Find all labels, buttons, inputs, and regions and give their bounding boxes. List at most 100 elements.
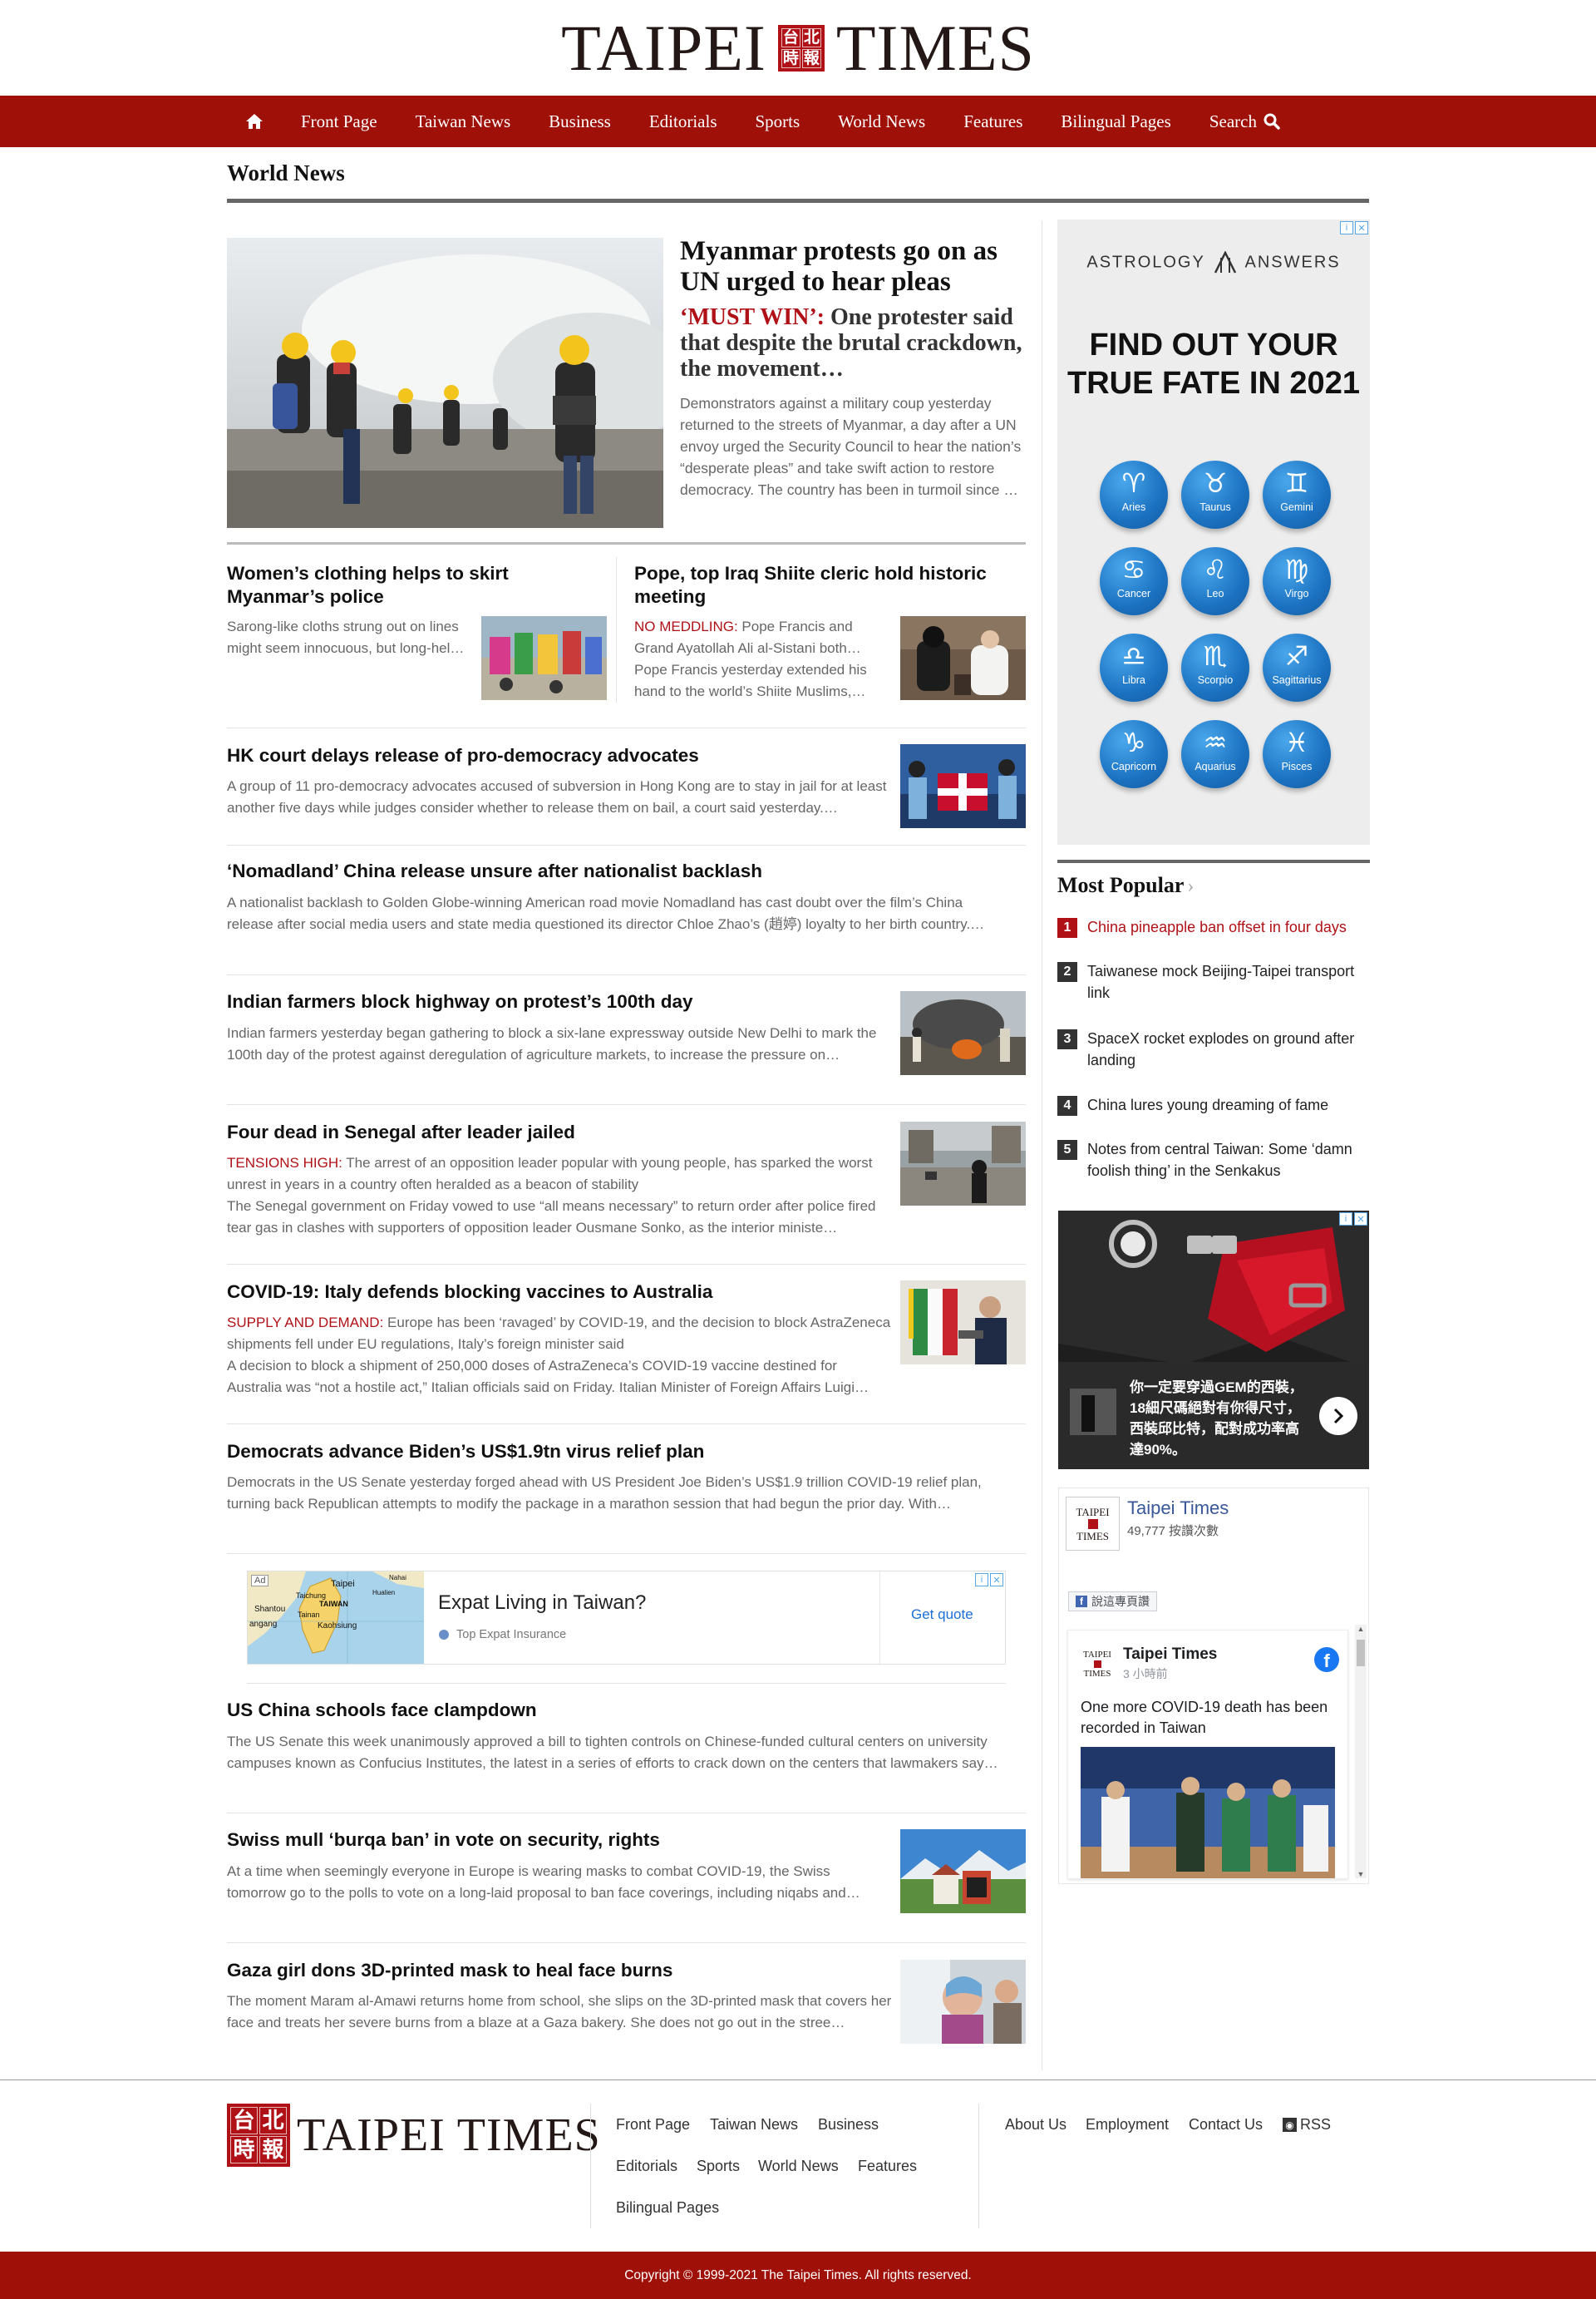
most-popular-link[interactable]: China pineapple ban offset in four days	[1087, 916, 1347, 938]
zodiac-sign-capricorn-button[interactable]: ♑ Capricorn	[1100, 720, 1168, 788]
facebook-post[interactable]: TAIPEI TIMES Taipei Times 3 小時前 f One mo…	[1067, 1630, 1348, 1879]
zodiac-sign-sagittarius-button[interactable]: ♐ Sagittarius	[1263, 634, 1331, 702]
story-thumbnail[interactable]	[900, 616, 1026, 700]
nav-item-editorials[interactable]: Editorials	[630, 96, 736, 147]
scroll-down-icon[interactable]: ▼	[1355, 1870, 1367, 1878]
adchoices-info-icon[interactable]: i	[975, 1573, 988, 1586]
footer-link-business[interactable]: Business	[818, 2116, 879, 2134]
footer-link-sports[interactable]: Sports	[697, 2158, 740, 2175]
post-image[interactable]	[1081, 1747, 1335, 1878]
story-title[interactable]: Democrats advance Biden’s US$1.9tn virus…	[227, 1440, 975, 1463]
story-title[interactable]: COVID-19: Italy defends blocking vaccine…	[227, 1280, 875, 1304]
adchoices-close-icon[interactable]: ✕	[1354, 1212, 1367, 1226]
facebook-page-logo[interactable]: TAIPEI TIMES	[1066, 1497, 1120, 1551]
story-title[interactable]: Pope, top Iraq Shiite cleric hold histor…	[634, 562, 1025, 609]
facebook-feed-scrollbar[interactable]: ▲ ▼	[1355, 1625, 1367, 1878]
story-thumbnail[interactable]	[900, 1122, 1026, 1206]
zodiac-sign-leo-button[interactable]: ♌ Leo	[1181, 547, 1249, 615]
lead-story-subtitle[interactable]: ‘MUST WIN’: One protester said that desp…	[680, 304, 1029, 382]
adchoices-info-icon[interactable]: i	[1339, 1212, 1352, 1226]
zodiac-sign-aquarius-button[interactable]: ♒ Aquarius	[1181, 720, 1249, 788]
story-title[interactable]: Gaza girl dons 3D-printed mask to heal f…	[227, 1959, 875, 1982]
ad-title[interactable]: Expat Living in Taiwan?	[438, 1591, 646, 1615]
scroll-up-icon[interactable]: ▲	[1355, 1625, 1367, 1633]
footer-logo[interactable]: 台 北 時 報 TAIPEI TIMES	[227, 2104, 601, 2167]
story-title[interactable]: Swiss mull ‘burqa ban’ in vote on securi…	[227, 1828, 875, 1852]
most-popular-item[interactable]: 3 SpaceX rocket explodes on ground after…	[1057, 1029, 1370, 1071]
story-title[interactable]: US China schools face clampdown	[227, 1699, 975, 1722]
most-popular-link[interactable]: Notes from central Taiwan: Some ‘damn fo…	[1087, 1138, 1370, 1182]
story-thumbnail[interactable]	[900, 1829, 1026, 1913]
suit-advertisement[interactable]: i ✕ 你一定要穿過GEM的西裝，18細尺碼絕對有你得尺寸，西裝邱比特，配對成功…	[1058, 1211, 1369, 1469]
story-thumbnail[interactable]	[900, 991, 1026, 1075]
zodiac-sign-cancer-button[interactable]: ♋ Cancer	[1100, 547, 1168, 615]
facebook-page-name[interactable]: Taipei Times	[1127, 1497, 1229, 1519]
footer-link-world-news[interactable]: World News	[758, 2158, 839, 2175]
facebook-like-page-button[interactable]: f 說這專頁讚	[1068, 1591, 1157, 1611]
most-popular-item[interactable]: 5 Notes from central Taiwan: Some ‘damn …	[1057, 1140, 1370, 1182]
story-title[interactable]: Women’s clothing helps to skirt Myanmar’…	[227, 562, 601, 609]
facebook-logo-icon[interactable]: f	[1314, 1647, 1339, 1672]
ad-sponsor-name: Top Expat Insurance	[456, 1628, 567, 1641]
most-popular-link[interactable]: Taiwanese mock Beijing-Taipei transport …	[1087, 960, 1370, 1004]
story-title[interactable]: ‘Nomadland’ China release unsure after n…	[227, 860, 975, 883]
adchoices-close-icon[interactable]: ✕	[1355, 221, 1368, 234]
footer-link-features[interactable]: Features	[858, 2158, 917, 2175]
zodiac-sign-scorpio-button[interactable]: ♏ Scorpio	[1181, 634, 1249, 702]
lead-story-title[interactable]: Myanmar protests go on as UN urged to he…	[680, 236, 1029, 298]
nav-item-world-news[interactable]: World News	[819, 96, 944, 147]
adchoices-control[interactable]: i ✕	[975, 1573, 1003, 1586]
nav-search-button[interactable]: Search	[1190, 96, 1299, 147]
adchoices-close-icon[interactable]: ✕	[990, 1573, 1003, 1586]
nav-item-taiwan-news[interactable]: Taiwan News	[397, 96, 530, 147]
footer-link-taiwan-news[interactable]: Taiwan News	[710, 2116, 798, 2134]
zodiac-sign-aries-button[interactable]: ♈ Aries	[1100, 461, 1168, 529]
story-thumbnail[interactable]	[481, 616, 607, 700]
story-thumbnail[interactable]	[900, 744, 1026, 828]
story-thumbnail[interactable]	[900, 1280, 1026, 1364]
most-popular-title[interactable]: Most Popular ›	[1057, 873, 1194, 898]
most-popular-link[interactable]: SpaceX rocket explodes on ground after l…	[1087, 1028, 1370, 1071]
nav-item-business[interactable]: Business	[530, 96, 630, 147]
nav-home-button[interactable]	[227, 96, 282, 147]
zodiac-sign-pisces-button[interactable]: ♓ Pisces	[1263, 720, 1331, 788]
post-timestamp[interactable]: 3 小時前	[1123, 1665, 1168, 1682]
zodiac-sign-libra-button[interactable]: ♎ Libra	[1100, 634, 1168, 702]
most-popular-item[interactable]: 2 Taiwanese mock Beijing-Taipei transpor…	[1057, 962, 1370, 1004]
footer-link-about-us[interactable]: About Us	[1005, 2116, 1066, 2134]
footer-link-editorials[interactable]: Editorials	[616, 2158, 677, 2175]
most-popular-link[interactable]: China lures young dreaming of fame	[1087, 1094, 1328, 1116]
most-popular-item[interactable]: 1 China pineapple ban offset in four day…	[1057, 918, 1370, 938]
adchoices-control[interactable]: i ✕	[1339, 1212, 1367, 1226]
nav-item-features[interactable]: Features	[944, 96, 1042, 147]
adchoices-info-icon[interactable]: i	[1340, 221, 1353, 234]
nav-item-front-page[interactable]: Front Page	[282, 96, 397, 147]
zodiac-sign-taurus-button[interactable]: ♉ Taurus	[1181, 461, 1249, 529]
adchoices-control[interactable]: i ✕	[1340, 221, 1368, 234]
nav-item-bilingual-pages[interactable]: Bilingual Pages	[1042, 96, 1190, 147]
lead-story-image[interactable]	[227, 238, 663, 528]
zodiac-sign-gemini-button[interactable]: ♊ Gemini	[1263, 461, 1331, 529]
most-popular-item[interactable]: 4 China lures young dreaming of fame	[1057, 1096, 1370, 1116]
footer-link-rss[interactable]: ◉ RSS	[1283, 2116, 1331, 2134]
post-author-name[interactable]: Taipei Times	[1123, 1645, 1217, 1664]
logo-seal: 台 北 時 報	[777, 24, 825, 72]
astrology-advertisement[interactable]: i ✕ ASTROLOGY ANSWERS FIND OUT YOUR TRUE…	[1057, 220, 1370, 845]
story-title[interactable]: Indian farmers block highway on protest’…	[227, 990, 875, 1014]
zodiac-sign-virgo-button[interactable]: ♍ Virgo	[1263, 547, 1331, 615]
post-author-avatar[interactable]: TAIPEI TIMES	[1079, 1645, 1116, 1682]
zodiac-pisces-icon: ♓	[1284, 728, 1309, 757]
story-title[interactable]: HK court delays release of pro-democracy…	[227, 744, 875, 767]
story-title[interactable]: Four dead in Senegal after leader jailed	[227, 1121, 875, 1144]
footer-link-front-page[interactable]: Front Page	[616, 2116, 690, 2134]
footer-link-employment[interactable]: Employment	[1086, 2116, 1169, 2134]
story-thumbnail[interactable]	[900, 1960, 1026, 2044]
scrollbar-thumb[interactable]	[1357, 1640, 1365, 1666]
ad-next-button[interactable]	[1319, 1397, 1357, 1435]
footer-link-contact-us[interactable]: Contact Us	[1189, 2116, 1263, 2134]
site-logo[interactable]: TAIPEI 台 北 時 報 TIMES	[561, 15, 1035, 81]
nav-item-sports[interactable]: Sports	[736, 96, 820, 147]
footer-link-bilingual-pages[interactable]: Bilingual Pages	[616, 2199, 719, 2217]
inline-advertisement[interactable]: Taipei TAIWAN Taichung Tainan Kaohsiung …	[247, 1571, 1006, 1665]
ad-cta-button[interactable]: Get quote	[911, 1606, 973, 1623]
